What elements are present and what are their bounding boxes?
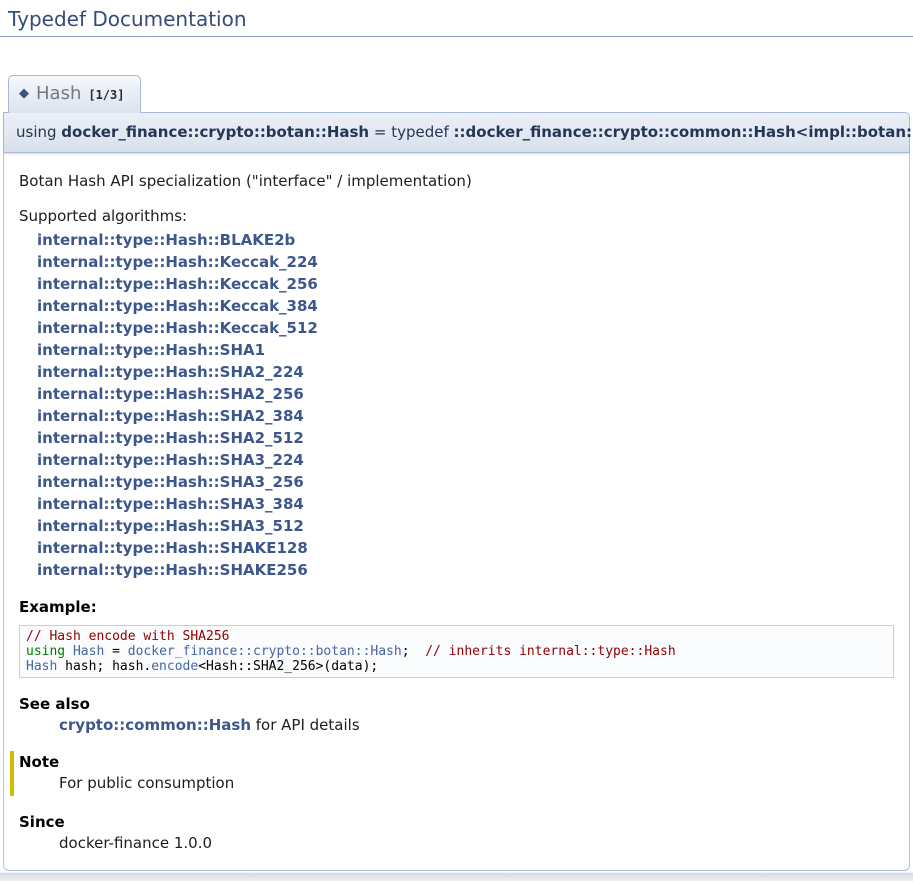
algorithm-link[interactable]: internal::type::Hash::SHA3_224 [37,449,894,471]
summary-text: Botan Hash API specialization ("interfac… [19,172,894,190]
code-comment: // inherits internal::type::Hash [425,644,675,659]
code-text: <Hash::SHA2_256>(data); [198,659,378,674]
code-link[interactable]: encode [151,659,198,674]
algorithm-link[interactable]: internal::type::Hash::SHA2_224 [37,361,894,383]
see-also-content: crypto::common::Hash for API details [59,716,894,734]
member-name: Hash [36,83,81,104]
member-prototype: using docker_finance::crypto::botan::Has… [3,112,910,153]
code-line: Hash hash; hash.encode<Hash::SHA2_256>(d… [26,659,887,674]
see-also-link[interactable]: crypto::common::Hash [59,716,251,734]
overload-badge: [1/3] [88,88,124,102]
algorithm-link[interactable]: internal::type::Hash::SHA3_256 [37,471,894,493]
algorithm-link[interactable]: internal::type::Hash::SHAKE256 [37,559,894,581]
page-title: Typedef Documentation [0,0,913,37]
supported-algorithms-label: Supported algorithms: [19,207,894,225]
algorithm-link[interactable]: internal::type::Hash::SHA2_512 [37,427,894,449]
algorithm-link[interactable]: internal::type::Hash::Keccak_512 [37,317,894,339]
algorithm-link[interactable]: internal::type::Hash::SHA3_384 [37,493,894,515]
since-section: Since docker-finance 1.0.0 [19,813,894,852]
note-section: Note For public consumption [10,751,894,796]
proto-typedef-target: ::docker_finance::crypto::common::Hash<i… [454,123,913,141]
algorithm-link[interactable]: internal::type::Hash::SHA2_384 [37,405,894,427]
since-label: Since [19,813,894,831]
proto-typedef-name: docker_finance::crypto::botan::Hash [61,123,369,141]
permalink-diamond-icon[interactable]: ◆ [19,86,29,101]
code-link[interactable]: Hash [73,644,104,659]
see-also-section: See also crypto::common::Hash for API de… [19,695,894,734]
algorithm-link-list: internal::type::Hash::BLAKE2binternal::t… [37,229,894,581]
since-text: docker-finance 1.0.0 [59,834,894,852]
algorithm-link[interactable]: internal::type::Hash::BLAKE2b [37,229,894,251]
algorithm-link[interactable]: internal::type::Hash::SHA3_512 [37,515,894,537]
code-text [65,644,73,659]
member-title-tab: ◆ Hash [1/3] [8,75,141,113]
algorithm-link[interactable]: internal::type::Hash::Keccak_384 [37,295,894,317]
member-item: ◆Hash[1/3] using docker_finance::crypto:… [3,75,910,871]
algorithm-link[interactable]: internal::type::Hash::SHA1 [37,339,894,361]
note-text: For public consumption [59,774,894,792]
note-label: Note [19,753,894,771]
algorithm-link[interactable]: internal::type::Hash::SHA2_256 [37,383,894,405]
see-also-label: See also [19,695,894,713]
member-documentation: Botan Hash API specialization ("interfac… [3,153,910,871]
section-separator-bar [0,872,913,881]
code-line: // Hash encode with SHA256 [26,629,887,644]
algorithm-link[interactable]: internal::type::Hash::Keccak_256 [37,273,894,295]
algorithm-link[interactable]: internal::type::Hash::SHAKE128 [37,537,894,559]
code-comment: // Hash encode with SHA256 [26,629,230,644]
proto-equals-typedef: = typedef [369,123,453,141]
code-text: hash; hash. [57,659,151,674]
algorithm-link[interactable]: internal::type::Hash::Keccak_224 [37,251,894,273]
code-link[interactable]: Hash [26,659,57,674]
code-line: using Hash = docker_finance::crypto::bot… [26,644,887,659]
code-fragment: // Hash encode with SHA256using Hash = d… [19,625,894,678]
proto-using-keyword: using [16,123,61,141]
code-keyword: using [26,644,65,659]
code-text: ; [402,644,425,659]
code-text: = [104,644,127,659]
code-link[interactable]: docker_finance::crypto::botan::Hash [128,644,402,659]
see-also-suffix: for API details [251,716,360,734]
example-label: Example: [19,598,894,616]
